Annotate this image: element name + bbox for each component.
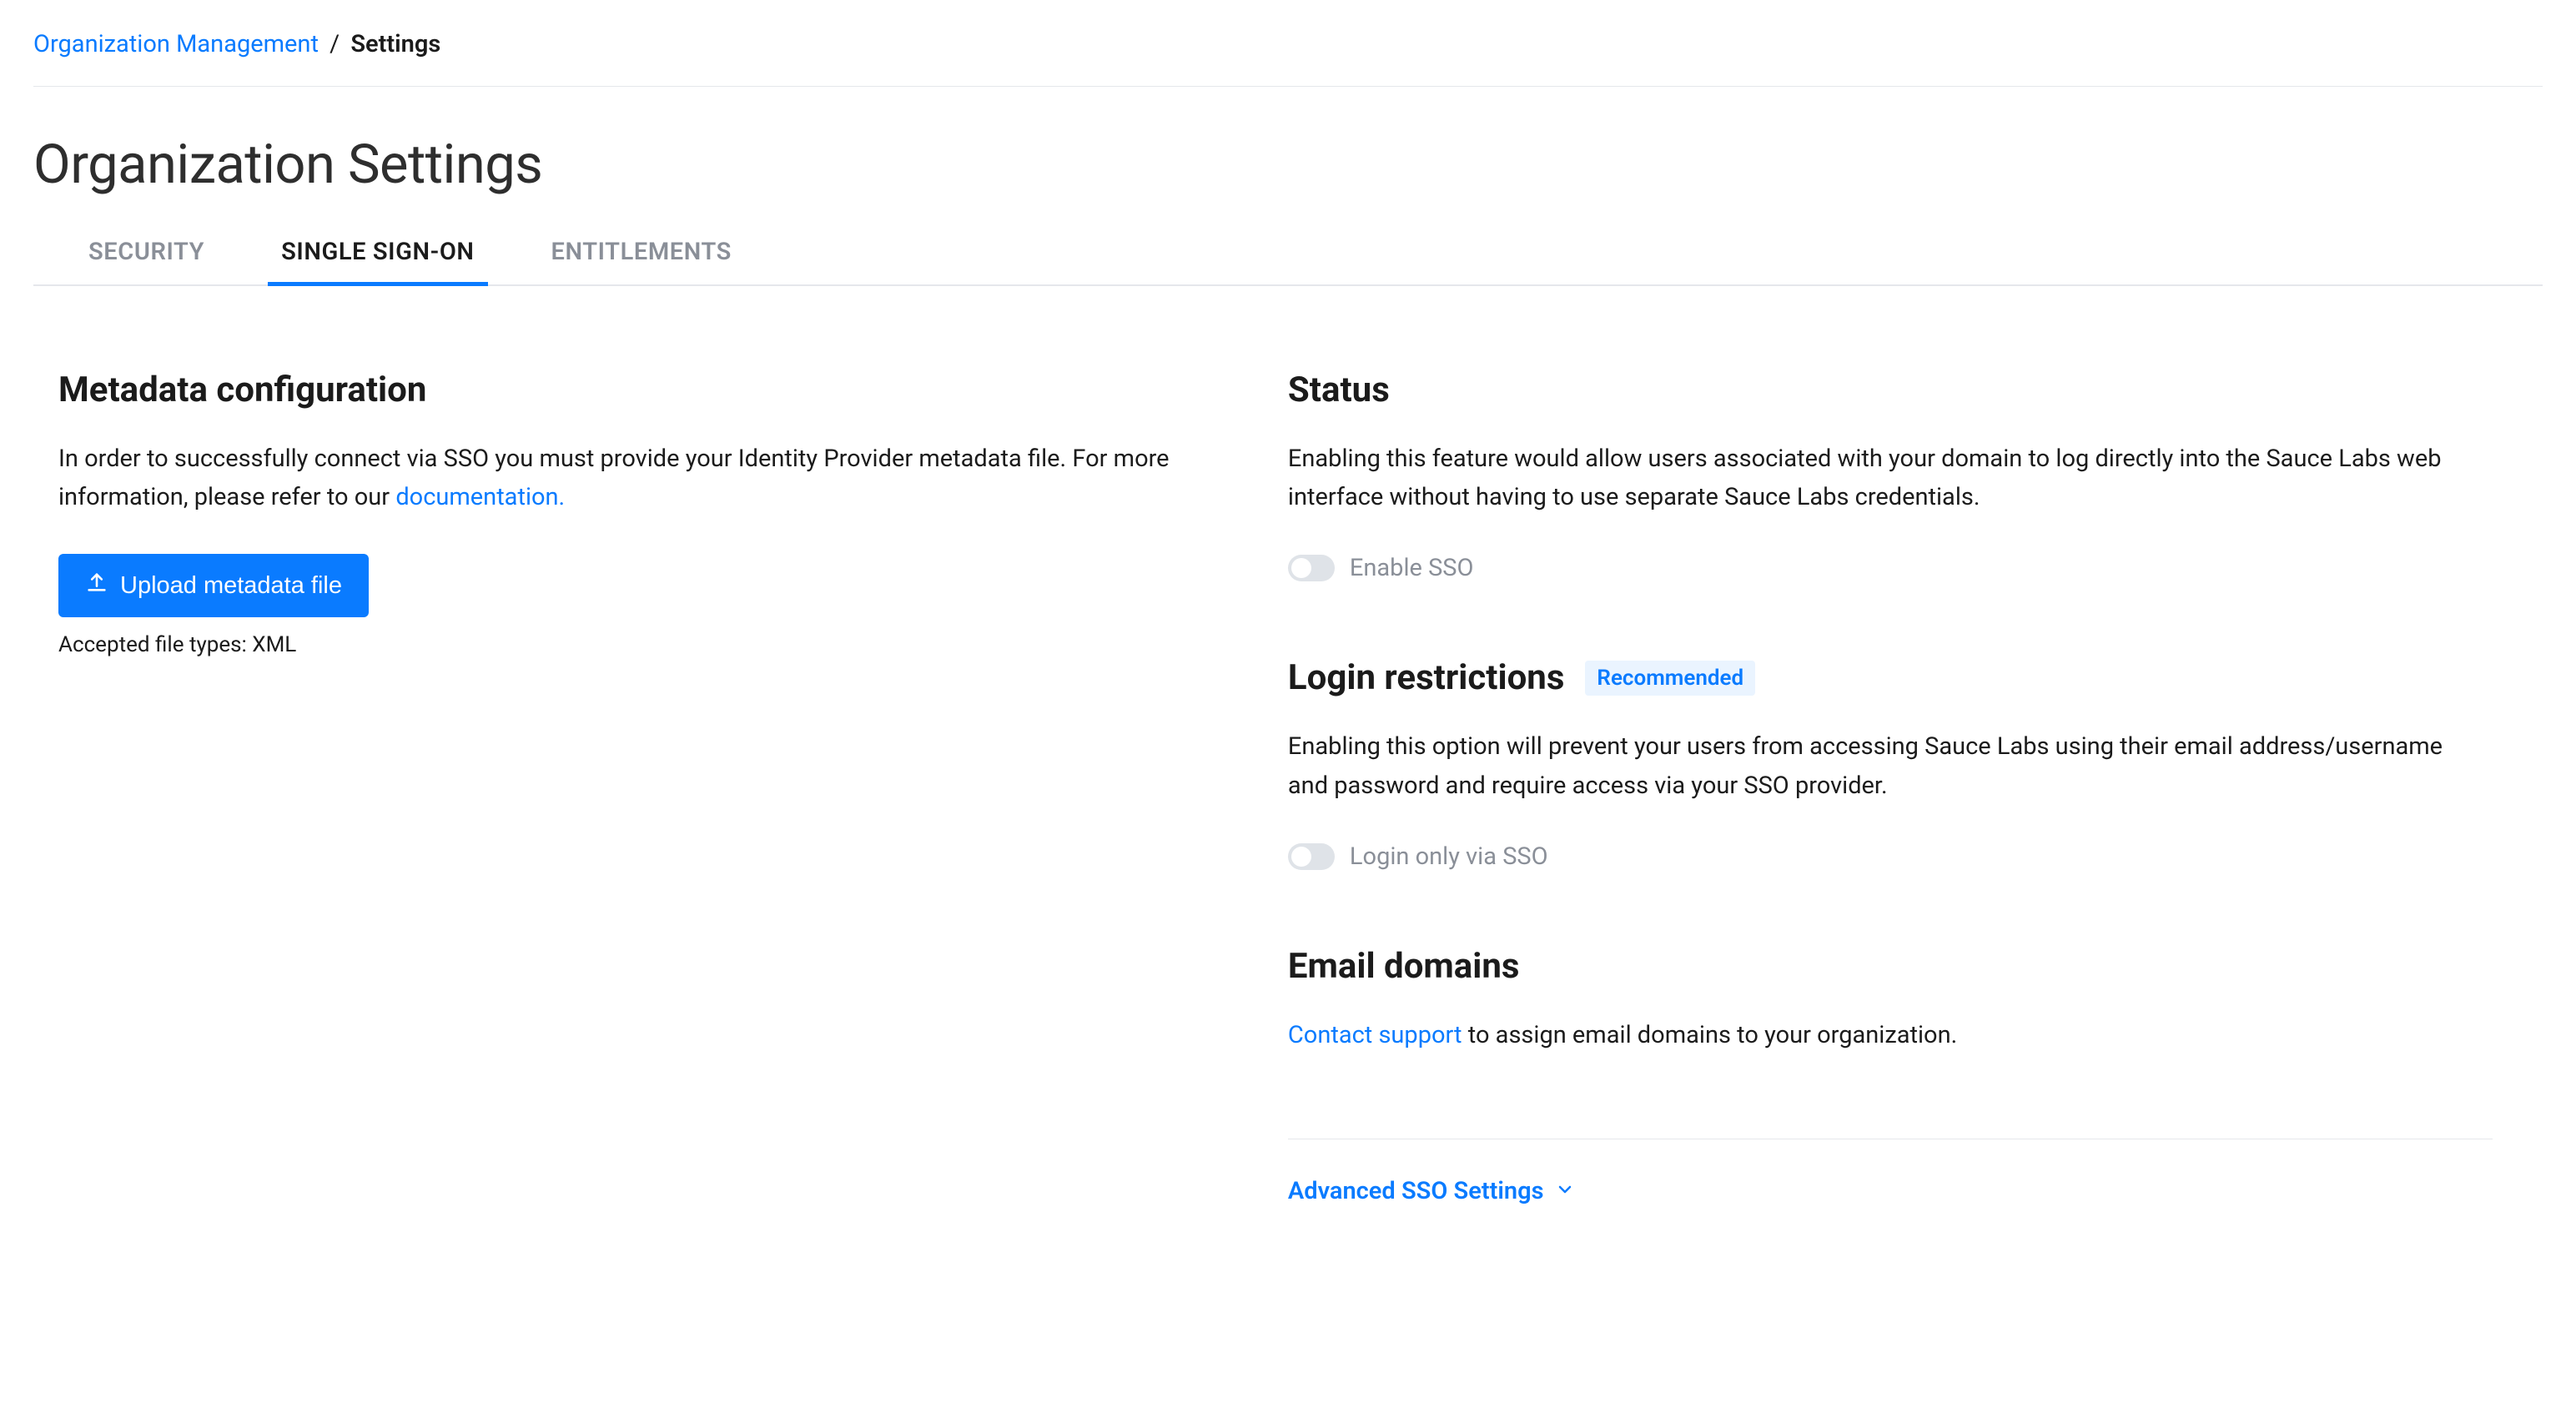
email-domains-desc-post: to assign email domains to your organiza…: [1462, 1021, 1958, 1049]
enable-sso-toggle-row: Enable SSO: [1288, 554, 2493, 582]
left-column: Metadata configuration In order to succe…: [33, 370, 1263, 1205]
breadcrumb-parent-link[interactable]: Organization Management: [33, 30, 319, 58]
enable-sso-toggle-label: Enable SSO: [1350, 554, 1474, 582]
breadcrumb-current: Settings: [350, 30, 440, 58]
login-sso-toggle-label: Login only via SSO: [1350, 842, 1548, 871]
status-title: Status: [1288, 370, 2493, 410]
login-sso-toggle-row: Login only via SSO: [1288, 842, 2493, 871]
upload-metadata-button[interactable]: Upload metadata file: [58, 554, 369, 617]
page-title: Organization Settings: [33, 133, 2543, 196]
breadcrumb-separator: /: [330, 30, 340, 58]
metadata-config-title: Metadata configuration: [58, 370, 1246, 410]
tab-entitlements[interactable]: ENTITLEMENTS: [546, 238, 737, 284]
email-domains-description: Contact support to assign email domains …: [1288, 1016, 2481, 1054]
login-restrictions-header: Login restrictions Recommended: [1288, 657, 2493, 698]
chevron-down-icon: [1555, 1179, 1575, 1203]
login-restrictions-description: Enabling this option will prevent your u…: [1288, 727, 2481, 805]
login-restrictions-section: Login restrictions Recommended Enabling …: [1288, 657, 2493, 871]
recommended-badge: Recommended: [1585, 661, 1755, 696]
email-domains-section: Email domains Contact support to assign …: [1288, 946, 2493, 1054]
content-area: Metadata configuration In order to succe…: [33, 286, 2543, 1205]
accepted-file-types-note: Accepted file types: XML: [58, 632, 1246, 657]
documentation-link[interactable]: documentation.: [395, 483, 565, 511]
metadata-config-description: In order to successfully connect via SSO…: [58, 440, 1246, 517]
advanced-sso-settings-link[interactable]: Advanced SSO Settings: [1288, 1177, 1544, 1205]
upload-icon: [85, 571, 108, 601]
tab-single-sign-on[interactable]: SINGLE SIGN-ON: [276, 238, 479, 284]
status-description: Enabling this feature would allow users …: [1288, 440, 2481, 517]
tab-security[interactable]: SECURITY: [83, 238, 209, 284]
enable-sso-toggle[interactable]: [1288, 555, 1335, 581]
metadata-desc-pre: In order to successfully connect via SSO…: [58, 445, 1170, 511]
email-domains-title: Email domains: [1288, 946, 2493, 987]
upload-button-label: Upload metadata file: [120, 572, 342, 600]
tabs: SECURITY SINGLE SIGN-ON ENTITLEMENTS: [33, 238, 2543, 286]
status-section: Status Enabling this feature would allow…: [1288, 370, 2493, 583]
advanced-sso-row[interactable]: Advanced SSO Settings: [1288, 1177, 2493, 1205]
breadcrumb: Organization Management / Settings: [33, 0, 2543, 87]
login-restrictions-title: Login restrictions: [1288, 657, 1565, 698]
right-column: Status Enabling this feature would allow…: [1288, 370, 2493, 1205]
contact-support-link[interactable]: Contact support: [1288, 1021, 1462, 1049]
login-sso-toggle[interactable]: [1288, 843, 1335, 870]
